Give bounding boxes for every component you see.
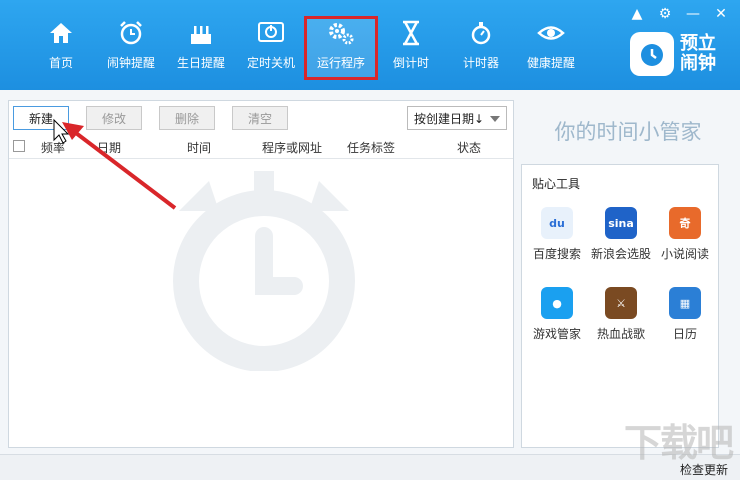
col-task-label[interactable]: 任务标签: [347, 139, 395, 156]
tool-baidu[interactable]: du 百度搜索: [524, 207, 590, 262]
nav-shutdown[interactable]: 定时关机: [236, 18, 306, 78]
alarm-clock-icon: [116, 18, 146, 48]
nav-health[interactable]: 健康提醒: [516, 18, 586, 78]
close-icon[interactable]: ✕: [712, 6, 730, 22]
tool-game-warrior[interactable]: ⚔ 热血战歌: [588, 287, 654, 342]
nav-timer[interactable]: 计时器: [446, 18, 516, 78]
tool-baidu-label: 百度搜索: [532, 247, 581, 261]
annotation-arrow: [50, 108, 185, 216]
logo-text-line2: 闹钟: [680, 53, 716, 74]
eye-icon: [536, 18, 566, 48]
game-warrior-icon: ⚔: [605, 287, 637, 319]
novel-icon: 奇: [669, 207, 701, 239]
birthday-cake-icon: [186, 18, 216, 48]
nav-run-program[interactable]: 运行程序: [304, 16, 378, 80]
tool-sina[interactable]: sina 新浪会选股: [588, 207, 654, 262]
col-program-url[interactable]: 程序或网址: [262, 139, 322, 156]
gears-icon: [326, 18, 356, 48]
nav-health-label: 健康提醒: [526, 56, 575, 70]
col-status[interactable]: 状态: [457, 139, 481, 156]
calendar-icon: ▦: [669, 287, 701, 319]
tool-novel-label: 小说阅读: [660, 247, 709, 261]
tool-calendar-label: 日历: [672, 327, 697, 341]
logo-clock-icon: [630, 32, 674, 76]
nav-birthday[interactable]: 生日提醒: [166, 18, 236, 78]
logo-text: 预立 闹钟: [680, 34, 724, 74]
nav-timer-label: 计时器: [462, 56, 499, 70]
nav-shutdown-label: 定时关机: [246, 56, 295, 70]
slogan: 你的时间小管家: [554, 120, 702, 144]
sort-dropdown-label: 按创建日期↓: [414, 111, 485, 126]
power-icon: [256, 18, 286, 48]
tool-sina-label: 新浪会选股: [590, 247, 651, 261]
game-bag-icon: ●: [541, 287, 573, 319]
site-watermark: 下载吧: [623, 421, 734, 465]
baidu-icon: du: [541, 207, 573, 239]
top-bar: 首页 闹钟提醒 生日提醒 定时关机 运行程序 倒计时 计时器 健康提醒 ▲ ⚙ …: [0, 0, 740, 90]
logo-text-line1: 预立: [680, 33, 716, 54]
tool-novel[interactable]: 奇 小说阅读: [652, 207, 718, 262]
sort-dropdown[interactable]: 按创建日期↓: [407, 106, 507, 130]
chevron-down-icon: [490, 116, 500, 122]
home-icon: [46, 18, 76, 48]
stopwatch-icon: [466, 18, 496, 48]
main-nav: 首页 闹钟提醒 生日提醒 定时关机 运行程序 倒计时 计时器 健康提醒: [26, 16, 586, 80]
tool-game-warrior-label: 热血战歌: [596, 327, 645, 341]
nav-birthday-label: 生日提醒: [176, 56, 225, 70]
nav-alarm-label: 闹钟提醒: [106, 56, 155, 70]
tool-game-manager-label: 游戏管家: [532, 327, 581, 341]
skin-icon[interactable]: ▲: [628, 6, 646, 22]
tool-game-manager[interactable]: ● 游戏管家: [524, 287, 590, 342]
empty-clock-watermark-icon: [159, 171, 369, 374]
minimize-icon[interactable]: —: [684, 6, 702, 22]
hourglass-icon: [396, 18, 426, 48]
tools-title: 贴心工具: [532, 177, 581, 191]
gear-icon[interactable]: ⚙: [656, 6, 674, 22]
tool-calendar[interactable]: ▦ 日历: [652, 287, 718, 342]
tools-panel: 贴心工具 du 百度搜索 sina 新浪会选股 奇 小说阅读 ● 游戏管家 ⚔ …: [521, 164, 719, 448]
window-controls: ▲ ⚙ — ✕: [628, 6, 730, 22]
select-all-checkbox[interactable]: [13, 140, 25, 152]
nav-run-program-label: 运行程序: [316, 56, 365, 70]
nav-home[interactable]: 首页: [26, 18, 96, 78]
nav-countdown[interactable]: 倒计时: [376, 18, 446, 78]
clear-button[interactable]: 清空: [232, 106, 288, 130]
nav-countdown-label: 倒计时: [392, 56, 429, 70]
sina-icon: sina: [605, 207, 637, 239]
nav-alarm[interactable]: 闹钟提醒: [96, 18, 166, 78]
col-time[interactable]: 时间: [187, 139, 211, 156]
nav-home-label: 首页: [48, 56, 73, 70]
app-logo: 预立 闹钟: [630, 32, 724, 76]
